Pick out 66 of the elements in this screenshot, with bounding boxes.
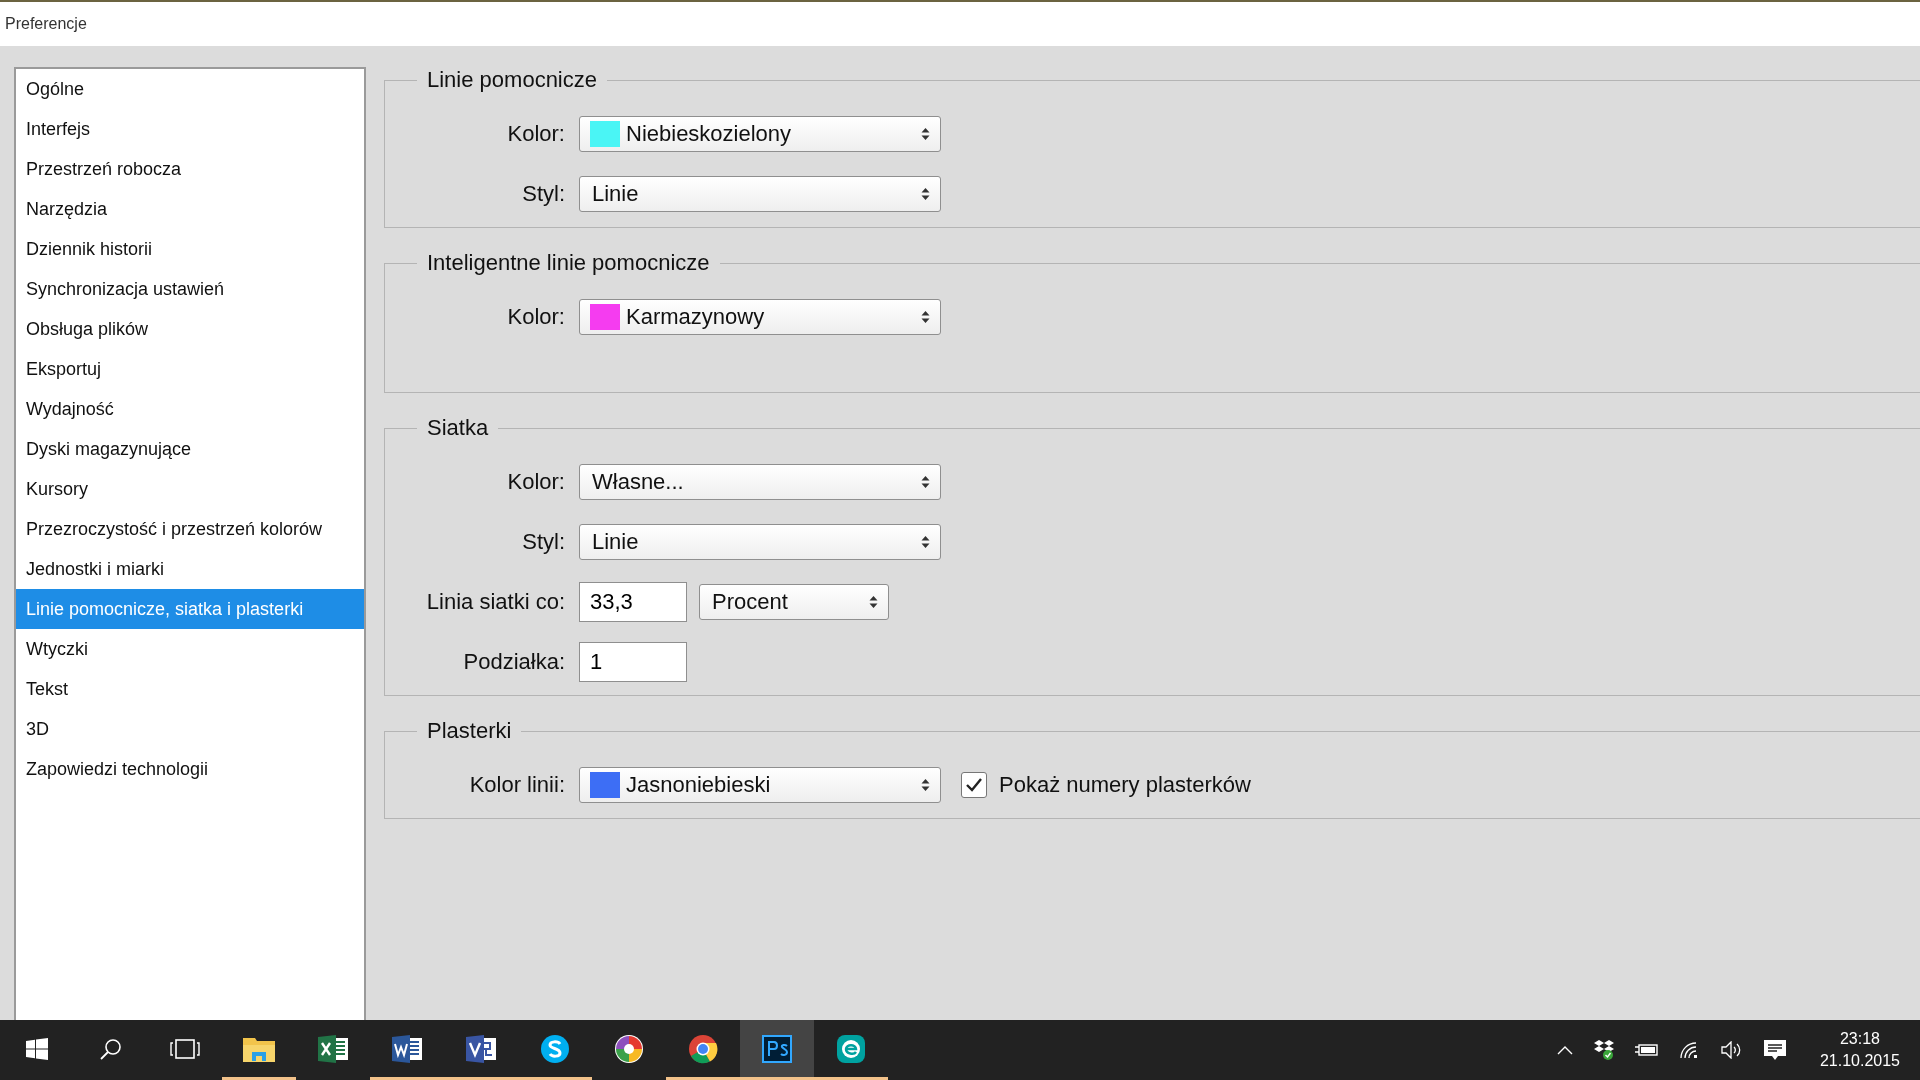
input-field[interactable]: 1 [579, 642, 687, 682]
task-view-icon [170, 1038, 200, 1059]
field-label: Kolor: [506, 121, 565, 147]
search-icon [100, 1037, 122, 1060]
taskbar-button[interactable] [740, 1020, 814, 1080]
sidebar-item[interactable]: Ogólne [16, 69, 364, 109]
security-app-icon [836, 1033, 866, 1064]
sidebar-item[interactable]: Dziennik historii [16, 229, 364, 269]
field-label: Kolor: [506, 469, 565, 495]
document-app-icon [392, 1034, 422, 1063]
sidebar-item[interactable]: Kursory [16, 469, 364, 509]
field-label: Styl: [521, 529, 565, 555]
photo-app-icon [614, 1033, 644, 1064]
group-title: Inteligentne linie pomocnicze [426, 250, 711, 276]
sidebar-item[interactable]: Wydajność [16, 389, 364, 429]
checkbox[interactable] [961, 772, 987, 798]
clock-time: 23:18 [1839, 1029, 1880, 1049]
sidebar-item[interactable]: Jednostki i miarki [16, 549, 364, 589]
folder-icon [243, 1035, 275, 1062]
spreadsheet-app-icon [318, 1034, 348, 1063]
sidebar-item[interactable]: Dyski magazynujące [16, 429, 364, 469]
up-down-arrow-icon [921, 127, 930, 141]
sidebar-item[interactable]: Wtyczki [16, 629, 364, 669]
group-title: Plasterki [426, 718, 513, 744]
input-field[interactable]: 33,3 [579, 582, 687, 622]
sidebar-item[interactable]: Tekst [16, 669, 364, 709]
field-label: Kolor linii: [468, 772, 565, 798]
diagram-app-icon [466, 1034, 496, 1063]
dropdown[interactable]: Własne... [579, 464, 941, 500]
field-label: Kolor: [506, 304, 565, 330]
dropdown[interactable]: Karmazynowy [579, 299, 941, 335]
dropdown[interactable]: Linie [579, 176, 941, 212]
dropdown[interactable]: Niebieskozielony [579, 116, 941, 152]
window-title: Preferencje [5, 15, 87, 33]
sidebar-item[interactable]: Linie pomocnicze, siatka i plasterki [16, 589, 364, 629]
clock-date: 21.10.2015 [1819, 1051, 1900, 1071]
sidebar-item[interactable]: Zapowiedzi technologii [16, 749, 364, 789]
up-down-arrow-icon [921, 475, 930, 489]
group-title: Siatka [426, 415, 490, 441]
sidebar-item[interactable]: 3D [16, 709, 364, 749]
group-title: Linie pomocnicze [426, 67, 598, 93]
chat-app-icon [540, 1033, 570, 1064]
field-label: Linia siatki co: [425, 589, 565, 615]
dropdown[interactable]: Linie [579, 524, 941, 560]
field-label: Styl: [521, 181, 565, 207]
checkbox-label: Pokaż numery plasterków [999, 772, 1251, 798]
windows-logo-icon [26, 1037, 48, 1060]
up-down-arrow-icon [921, 535, 930, 549]
dropdown[interactable]: Jasnoniebieski [579, 767, 941, 803]
sidebar-item[interactable]: Obsługa plików [16, 309, 364, 349]
up-down-arrow-icon [921, 187, 930, 201]
sidebar-item[interactable]: Przestrzeń robocza [16, 149, 364, 189]
sidebar-item[interactable]: Eksportuj [16, 349, 364, 389]
sidebar-item[interactable]: Interfejs [16, 109, 364, 149]
browser-icon [688, 1033, 718, 1064]
field-label: Podziałka: [462, 649, 565, 675]
sidebar-item[interactable]: Synchronizacja ustawień [16, 269, 364, 309]
checkmark-icon [965, 777, 983, 793]
clock[interactable]: 23:18 21.10.2015 [1819, 1028, 1900, 1072]
dropdown[interactable]: Procent [699, 584, 889, 620]
image-editor-icon [762, 1034, 792, 1063]
sidebar-item[interactable]: Narzędzia [16, 189, 364, 229]
up-down-arrow-icon [921, 778, 930, 792]
up-down-arrow-icon [869, 595, 878, 609]
sidebar-item[interactable]: Przezroczystość i przestrzeń kolorów [16, 509, 364, 549]
up-down-arrow-icon [921, 310, 930, 324]
